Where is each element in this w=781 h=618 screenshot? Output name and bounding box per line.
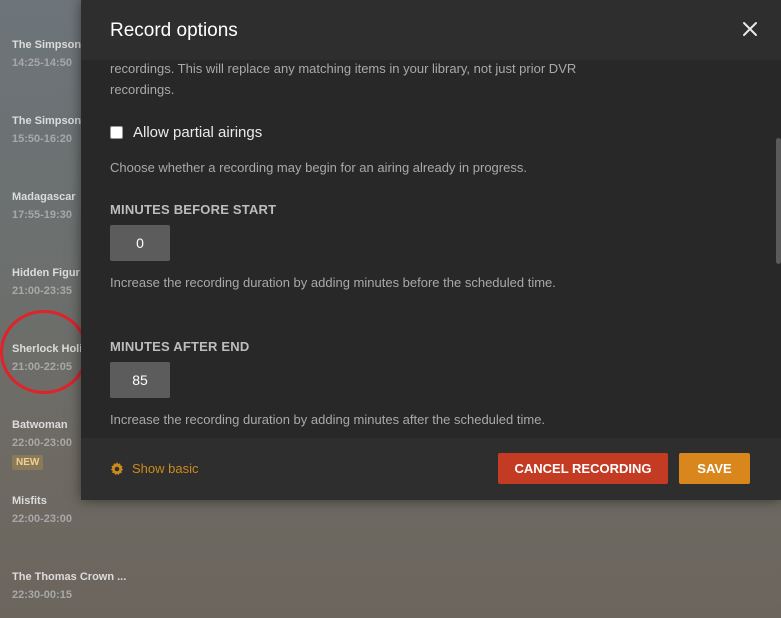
minutes-after-description: Increase the recording duration by addin… xyxy=(110,412,546,427)
guide-item-time: 22:00-23:00 xyxy=(12,513,72,525)
guide-item-time: 22:30-00:15 xyxy=(12,589,72,601)
modal-header: Record options xyxy=(81,0,781,60)
minutes-before-input[interactable]: 0 xyxy=(110,225,170,261)
modal-scrollbar[interactable] xyxy=(776,138,781,264)
guide-item[interactable]: The Thomas Crown ... 22:30-00:15 xyxy=(12,571,132,601)
record-options-modal: Record options recordings. This will rep… xyxy=(81,0,781,500)
minutes-after-label: MINUTES AFTER END xyxy=(110,339,250,354)
partial-airings-description: Choose whether a recording may begin for… xyxy=(110,160,527,175)
annotation-circle xyxy=(0,310,88,394)
allow-partial-airings-checkbox[interactable] xyxy=(110,126,123,139)
minutes-before-label: MINUTES BEFORE START xyxy=(110,202,277,217)
modal-footer: Show basic CANCEL RECORDING SAVE xyxy=(81,438,781,500)
minutes-after-input[interactable]: 85 xyxy=(110,362,170,398)
modal-body[interactable]: recordings. This will replace any matchi… xyxy=(81,60,781,438)
gear-icon xyxy=(110,461,124,475)
close-button[interactable] xyxy=(739,18,761,40)
new-badge: NEW xyxy=(12,455,44,470)
minutes-before-description: Increase the recording duration by addin… xyxy=(110,275,556,290)
close-icon xyxy=(743,22,757,36)
intro-text: recordings. This will replace any matchi… xyxy=(110,61,577,97)
modal-title: Record options xyxy=(110,20,238,41)
allow-partial-airings-row[interactable]: Allow partial airings xyxy=(110,124,262,141)
allow-partial-airings-label: Allow partial airings xyxy=(133,124,263,141)
guide-item-title: The Thomas Crown ... xyxy=(12,571,127,583)
show-basic-label: Show basic xyxy=(132,461,199,476)
save-button[interactable]: SAVE xyxy=(679,453,750,484)
show-basic-link[interactable]: Show basic xyxy=(110,461,198,476)
cancel-recording-button[interactable]: CANCEL RECORDING xyxy=(498,453,668,484)
